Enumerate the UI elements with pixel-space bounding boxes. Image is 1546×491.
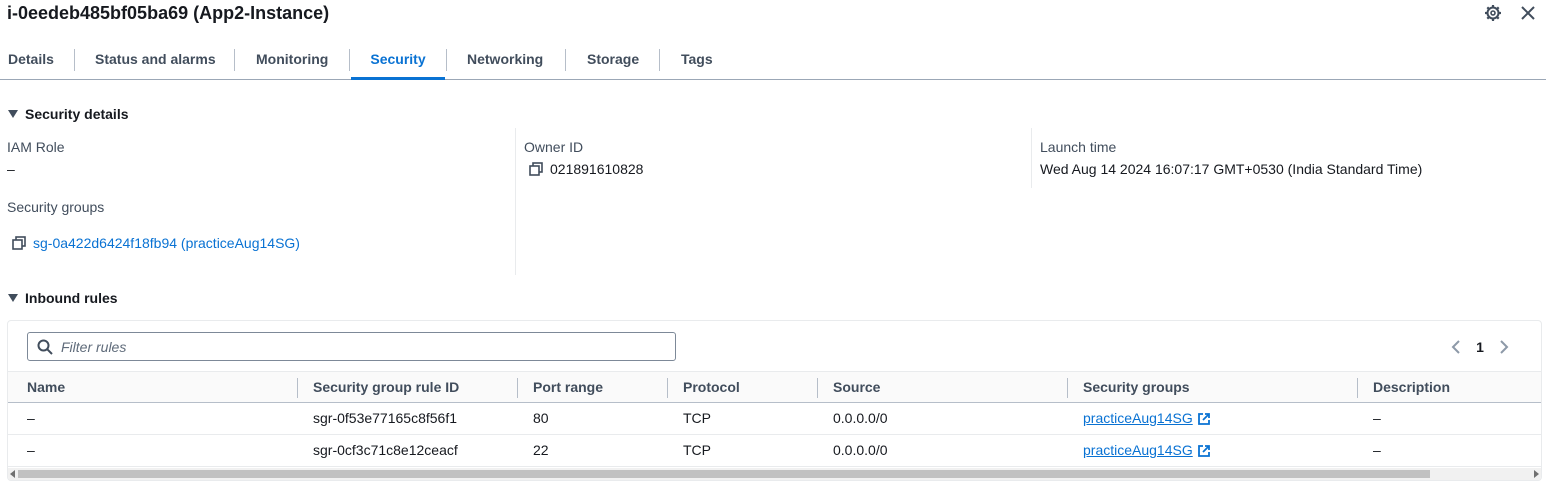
external-link-icon [1197, 412, 1210, 425]
cell-description: – [1373, 410, 1381, 426]
page-number[interactable]: 1 [1470, 339, 1490, 355]
table-row: – sgr-0cf3c71c8e12ceacf 22 TCP 0.0.0.0/0… [8, 435, 1541, 467]
instance-title: i-0eedeb485bf05ba69 (App2-Instance) [7, 3, 330, 23]
tab-separator [74, 49, 75, 71]
tab-tags[interactable]: Tags [681, 40, 713, 79]
external-link-icon [1197, 444, 1210, 457]
owner-id-value: 021891610828 [529, 161, 643, 177]
tab-separator [446, 49, 447, 71]
column-header-source[interactable]: Source [833, 372, 880, 403]
filter-rules-input[interactable] [61, 336, 661, 358]
cell-rule-id: sgr-0f53e77165c8f56f1 [313, 410, 457, 426]
horizontal-scrollbar[interactable] [8, 468, 1541, 480]
column-resizer[interactable] [817, 378, 818, 398]
tab-separator [234, 49, 235, 71]
caret-down-icon [8, 294, 18, 302]
column-header-port-range[interactable]: Port range [533, 372, 603, 403]
tab-storage[interactable]: Storage [587, 40, 639, 79]
scroll-left-arrow[interactable] [10, 470, 15, 478]
scroll-right-arrow[interactable] [1534, 470, 1539, 478]
tab-details[interactable]: Details [8, 40, 54, 79]
column-resizer[interactable] [517, 378, 518, 398]
caret-down-icon [8, 110, 18, 118]
tab-security[interactable]: Security [351, 40, 445, 80]
column-resizer[interactable] [1067, 378, 1068, 398]
column-resizer[interactable] [667, 378, 668, 398]
security-group-link-text: practiceAug14SG [1083, 442, 1193, 458]
owner-id-label: Owner ID [524, 139, 584, 155]
column-header-description[interactable]: Description [1373, 372, 1450, 403]
column-divider [1031, 128, 1032, 188]
launch-time-value: Wed Aug 14 2024 16:07:17 GMT+0530 (India… [1040, 161, 1423, 177]
copy-icon[interactable] [529, 162, 543, 176]
column-header-protocol[interactable]: Protocol [683, 372, 740, 403]
launch-time-label: Launch time [1040, 139, 1117, 155]
tab-bar: Details Status and alarms Monitoring Sec… [0, 40, 1546, 80]
cell-source: 0.0.0.0/0 [833, 442, 888, 458]
copy-icon[interactable] [12, 236, 26, 250]
column-resizer[interactable] [1357, 378, 1358, 398]
scrollbar-thumb[interactable] [18, 470, 1430, 478]
search-icon [37, 339, 53, 355]
inbound-rules-toggle[interactable]: Inbound rules [8, 290, 118, 306]
column-resizer[interactable] [297, 378, 298, 398]
cell-source: 0.0.0.0/0 [833, 410, 888, 426]
cell-port-range: 22 [533, 442, 549, 458]
cell-port-range: 80 [533, 410, 549, 426]
column-header-rule-id[interactable]: Security group rule ID [313, 372, 459, 403]
cell-protocol: TCP [683, 410, 711, 426]
cell-security-group: practiceAug14SG [1083, 435, 1211, 466]
tab-status-and-alarms[interactable]: Status and alarms [95, 40, 216, 79]
column-header-security-groups[interactable]: Security groups [1083, 372, 1190, 403]
pagination: 1 [1448, 337, 1512, 357]
column-divider [515, 128, 516, 275]
cell-name: – [27, 442, 35, 458]
tab-separator [565, 49, 566, 71]
tab-monitoring[interactable]: Monitoring [256, 40, 328, 79]
tab-separator [349, 49, 350, 71]
tab-networking[interactable]: Networking [467, 40, 543, 79]
cell-rule-id: sgr-0cf3c71c8e12ceacf [313, 442, 458, 458]
table-header: Name Security group rule ID Port range P… [8, 371, 1541, 403]
close-icon[interactable] [1517, 2, 1539, 24]
column-header-name[interactable]: Name [27, 372, 65, 403]
tab-separator [659, 49, 660, 71]
cell-description: – [1373, 442, 1381, 458]
security-group-external-link[interactable]: practiceAug14SG [1083, 403, 1211, 434]
inbound-rules-heading: Inbound rules [25, 290, 118, 306]
security-details-toggle[interactable]: Security details [8, 106, 129, 122]
settings-icon[interactable] [1482, 2, 1504, 24]
security-group-link-text: practiceAug14SG [1083, 410, 1193, 426]
chevron-left-icon[interactable] [1448, 337, 1464, 357]
cell-name: – [27, 410, 35, 426]
security-groups-value: sg-0a422d6424f18fb94 (practiceAug14SG) [12, 235, 300, 251]
table-row: – sgr-0f53e77165c8f56f1 80 TCP 0.0.0.0/0… [8, 403, 1541, 435]
security-group-external-link[interactable]: practiceAug14SG [1083, 435, 1211, 466]
chevron-right-icon[interactable] [1496, 337, 1512, 357]
security-group-link[interactable]: sg-0a422d6424f18fb94 (practiceAug14SG) [33, 235, 300, 251]
cell-security-group: practiceAug14SG [1083, 403, 1211, 434]
inbound-rules-panel: 1 Name Security group rule ID Port range… [7, 320, 1542, 481]
filter-rules-box [27, 332, 676, 361]
owner-id-text: 021891610828 [550, 161, 644, 177]
cell-protocol: TCP [683, 442, 711, 458]
security-groups-label: Security groups [7, 199, 105, 215]
security-details-heading: Security details [25, 106, 129, 122]
title-bar: i-0eedeb485bf05ba69 (App2-Instance) [0, 0, 1546, 28]
iam-role-label: IAM Role [7, 139, 65, 155]
iam-role-value: – [7, 161, 15, 177]
